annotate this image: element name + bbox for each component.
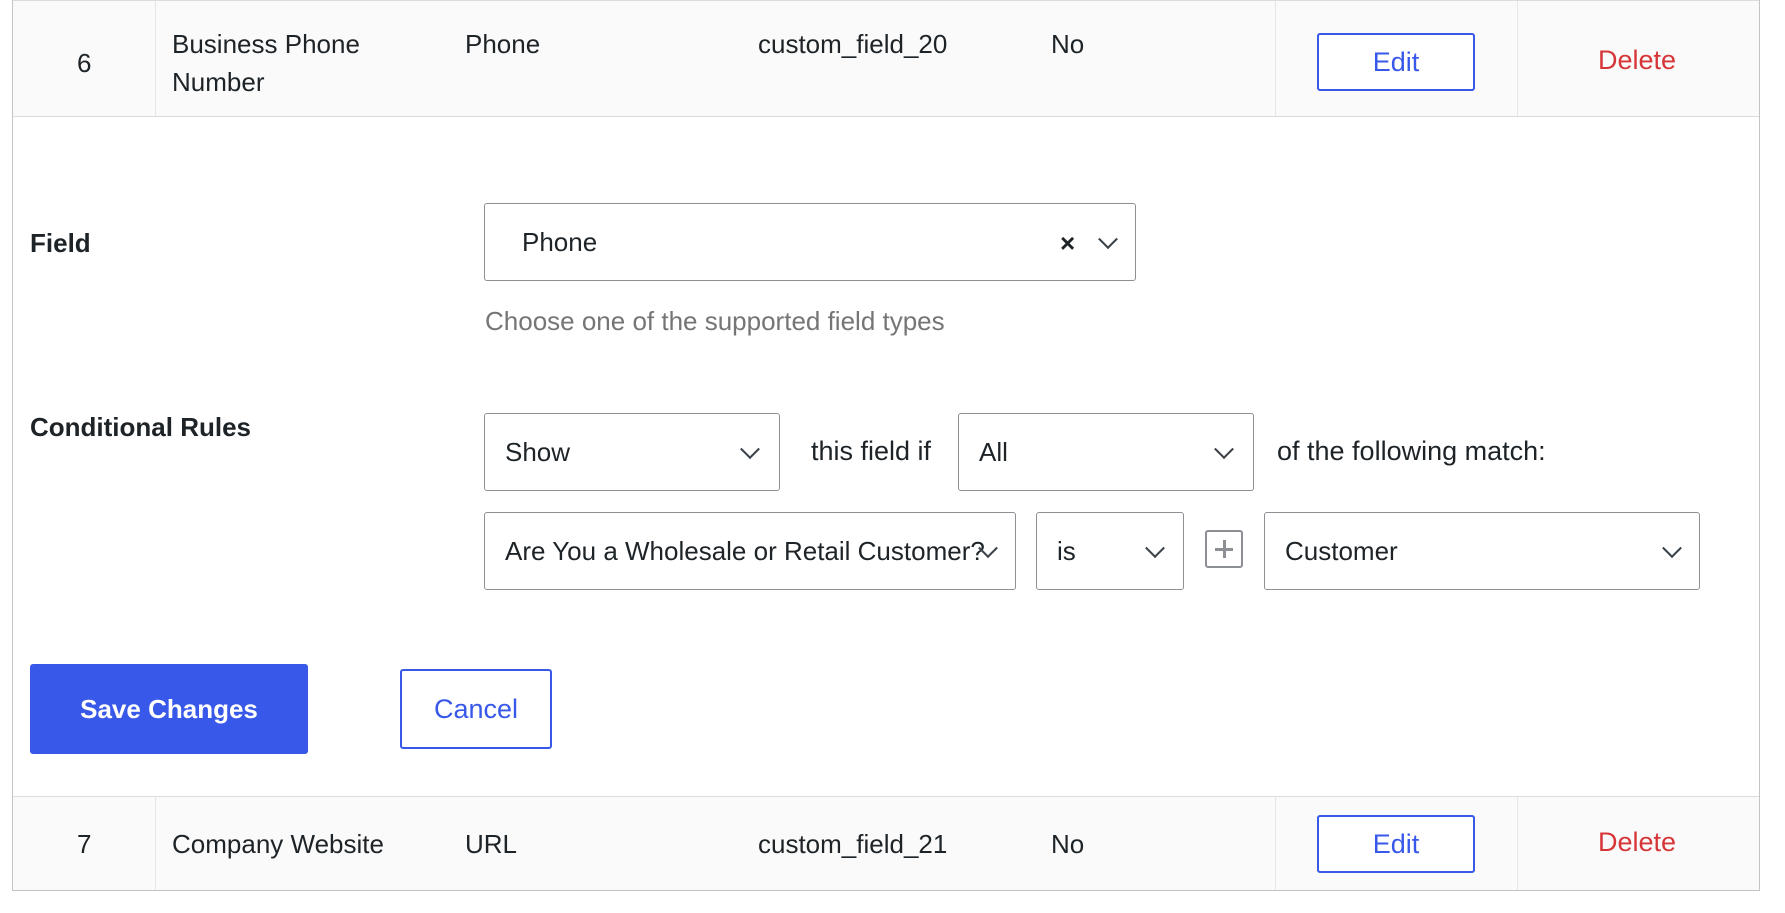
field-name-line: Number [172, 67, 265, 97]
condition-value-select[interactable]: Customer [1264, 512, 1700, 590]
conditional-rules-label: Conditional Rules [30, 412, 251, 442]
condition-field-value: Are You a Wholesale or Retail Customer? [505, 535, 985, 566]
column-divider [1275, 797, 1276, 890]
chevron-down-icon [1098, 229, 1118, 250]
custom-fields-table: 6 Business Phone Number Phone custom_fie… [12, 0, 1760, 891]
field-type-value: Phone [522, 226, 598, 257]
field-editor: Field Phone × Choose one of the supporte… [13, 117, 1759, 796]
field-key: custom_field_21 [758, 829, 948, 859]
field-name-line: Business Phone [172, 29, 360, 59]
field-name: Company Website [172, 829, 384, 859]
rule-action-select[interactable]: Show [484, 413, 780, 491]
table-row: 6 Business Phone Number Phone custom_fie… [13, 0, 1759, 117]
delete-link[interactable]: Delete [1598, 827, 1676, 858]
chevron-down-icon [1214, 439, 1234, 460]
plus-icon[interactable] [1205, 530, 1243, 568]
field-help-text: Choose one of the supported field types [485, 306, 945, 336]
row-number: 7 [77, 829, 92, 859]
condition-operator-select[interactable]: is [1036, 512, 1184, 590]
rule-match-value: All [979, 436, 1008, 467]
this-field-if-text: this field if [811, 436, 932, 466]
field-label: Field [30, 228, 91, 258]
column-divider [1275, 1, 1276, 116]
field-required: No [1051, 29, 1085, 59]
rule-match-select[interactable]: All [958, 413, 1254, 491]
field-name: Business Phone Number [172, 25, 360, 101]
field-type-select[interactable]: Phone × [484, 203, 1136, 281]
condition-value-value: Customer [1285, 535, 1398, 566]
clear-icon[interactable]: × [1060, 228, 1075, 259]
field-required: No [1051, 829, 1085, 859]
following-match-text: of the following match: [1277, 436, 1546, 466]
field-key: custom_field_20 [758, 29, 948, 59]
column-divider [155, 797, 156, 890]
chevron-down-icon [1145, 538, 1165, 559]
column-divider [155, 1, 156, 116]
column-divider [1517, 1, 1518, 116]
save-changes-button[interactable]: Save Changes [30, 664, 308, 754]
cancel-button[interactable]: Cancel [400, 669, 552, 749]
row-number: 6 [77, 48, 92, 78]
chevron-down-icon [1662, 538, 1682, 559]
condition-operator-value: is [1057, 535, 1076, 566]
condition-field-select[interactable]: Are You a Wholesale or Retail Customer? [484, 512, 1016, 590]
field-type: Phone [465, 29, 541, 59]
rule-action-value: Show [505, 436, 571, 467]
delete-link[interactable]: Delete [1598, 45, 1676, 76]
edit-button[interactable]: Edit [1317, 815, 1475, 873]
table-row: 7 Company Website URL custom_field_21 No… [13, 796, 1759, 890]
field-type: URL [465, 829, 518, 859]
column-divider [1517, 797, 1518, 890]
chevron-down-icon [740, 439, 760, 460]
edit-button[interactable]: Edit [1317, 33, 1475, 91]
